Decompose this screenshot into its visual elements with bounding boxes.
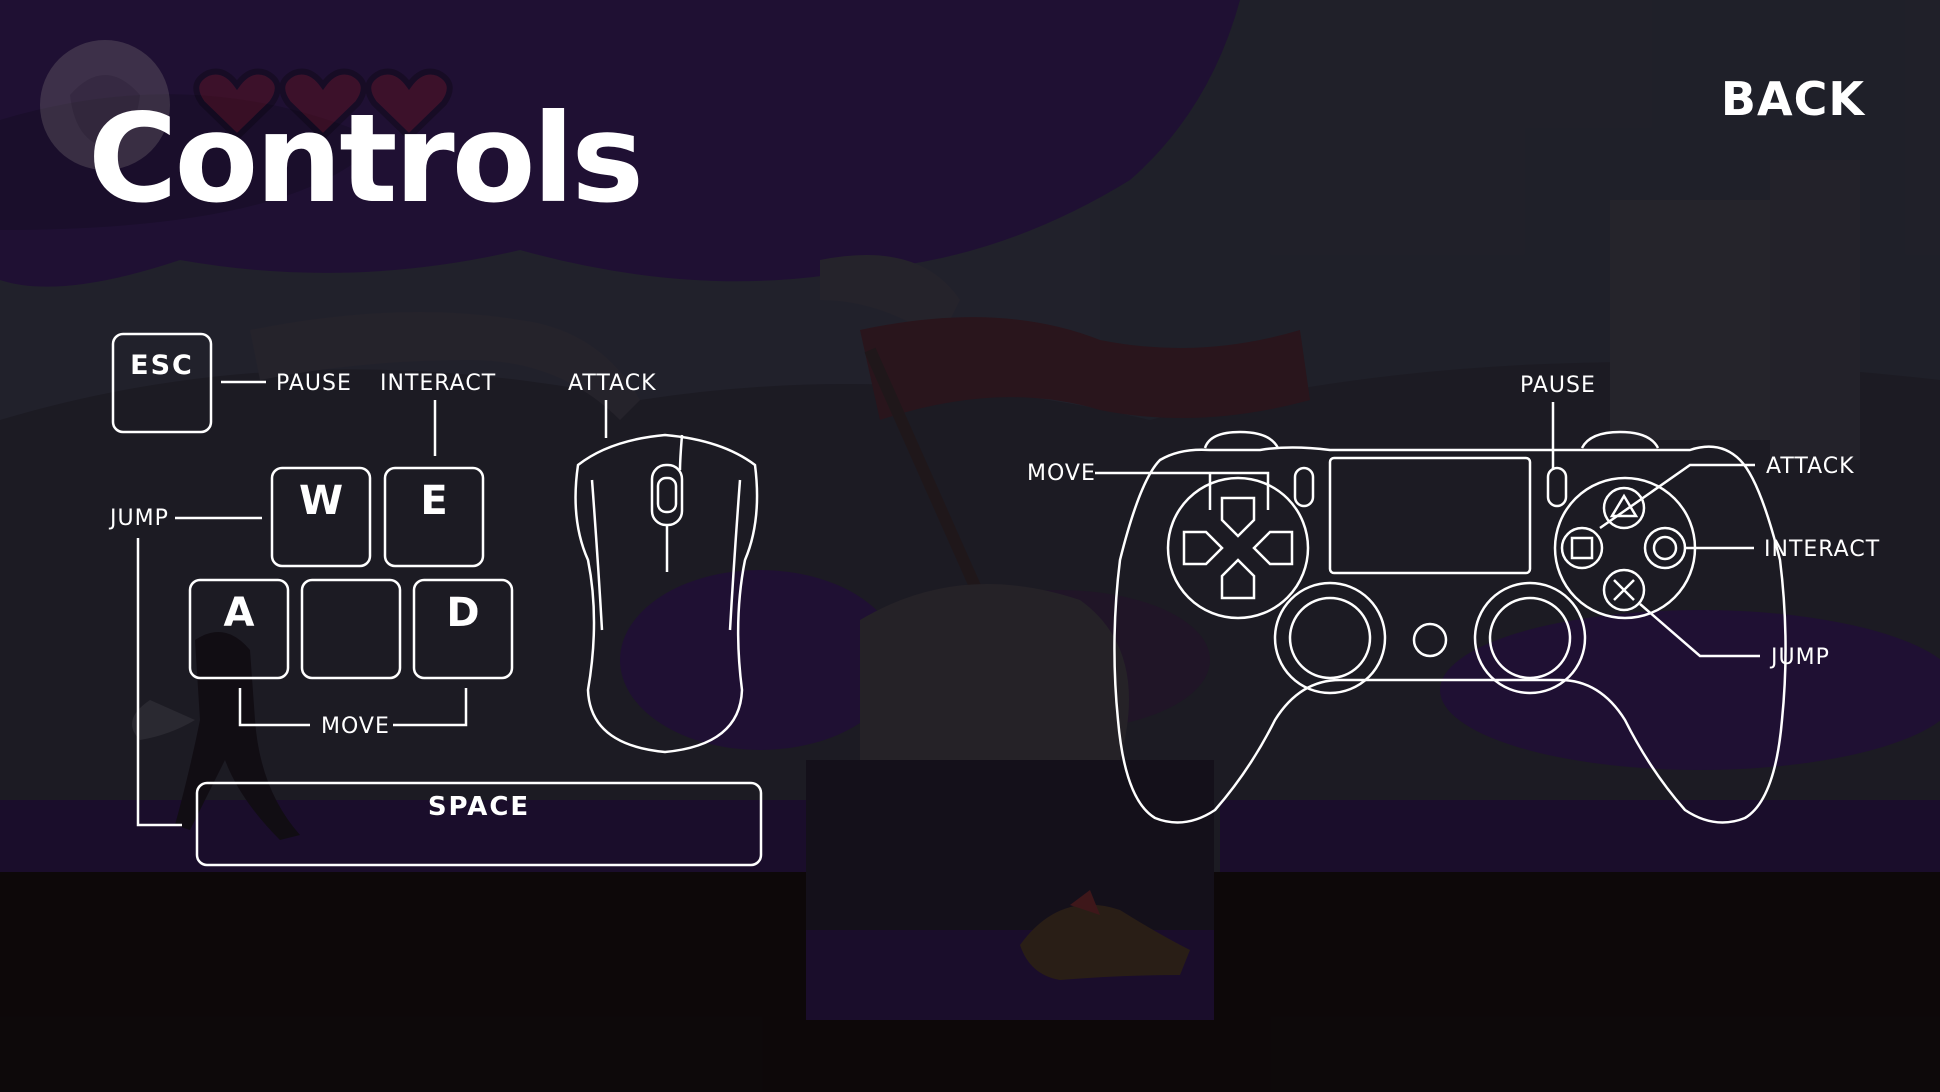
controller-label-jump: JUMP xyxy=(1769,645,1830,670)
label-move: MOVE xyxy=(321,714,390,739)
label-jump: JUMP xyxy=(108,506,169,531)
keyboard-diagram: ESC PAUSE INTERACT W E A D JUMP MOVE SPA… xyxy=(108,332,763,867)
controller-label-attack: ATTACK xyxy=(1766,454,1855,479)
mouse-diagram: ATTACK xyxy=(568,371,759,754)
key-d: D xyxy=(412,578,514,680)
circle-button-icon xyxy=(1643,526,1687,570)
key-d-label: D xyxy=(446,590,479,636)
key-esc-label: ESC xyxy=(130,350,194,381)
controls-diagram: ESC PAUSE INTERACT W E A D JUMP MOVE SPA… xyxy=(108,332,1880,867)
key-e-label: E xyxy=(420,478,447,524)
key-space: SPACE xyxy=(195,781,763,867)
gamepad-icon xyxy=(1113,430,1787,824)
label-attack: ATTACK xyxy=(568,371,657,396)
key-space-label: SPACE xyxy=(428,792,530,822)
controller-diagram: PAUSE MOVE ATTACK INTERACT JUMP xyxy=(1027,373,1880,824)
key-esc: ESC xyxy=(111,332,213,434)
controller-label-interact: INTERACT xyxy=(1764,537,1880,562)
key-a-label: A xyxy=(224,590,255,636)
mouse-icon xyxy=(574,433,759,754)
key-e: E xyxy=(383,466,485,568)
label-pause: PAUSE xyxy=(276,371,352,396)
controller-label-move: MOVE xyxy=(1027,461,1096,486)
key-w: W xyxy=(270,466,372,568)
key-s xyxy=(300,578,402,680)
square-button-icon xyxy=(1560,526,1604,570)
dpad-icon xyxy=(1182,496,1294,600)
cross-button-icon xyxy=(1602,568,1646,612)
controller-label-pause: PAUSE xyxy=(1520,373,1596,398)
key-w-label: W xyxy=(299,478,343,524)
key-a: A xyxy=(188,578,290,680)
label-interact: INTERACT xyxy=(380,371,496,396)
